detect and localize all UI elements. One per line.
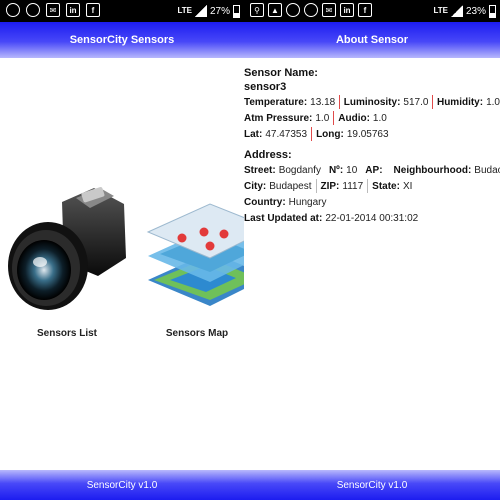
atm-pressure-label: Atm Pressure: (244, 112, 313, 124)
address-row-1: Street: Bogdanfy Nº: 10 AP: Neighbourhoo… (244, 162, 500, 178)
long-value: 19.05763 (346, 128, 389, 140)
signal-icon (194, 5, 207, 17)
atm-pressure-value: 1.0 (315, 112, 330, 124)
city-label: City: (244, 180, 267, 192)
chat-icon (286, 3, 300, 17)
street-value: Bogdanfy (278, 164, 321, 176)
facebook-icon: f (358, 3, 372, 17)
temperature-label: Temperature: (244, 96, 308, 108)
sensors-map-label: Sensors Map (165, 328, 229, 339)
usb-icon: ⚲ (250, 3, 264, 17)
state-label: State: (372, 180, 400, 192)
updated-row: Last Updated at: 22-01-2014 00:31:02 (244, 210, 500, 226)
number-label: Nº: (328, 164, 344, 176)
sensor-name-label: Sensor Name: (244, 67, 318, 79)
audio-label: Audio: (338, 112, 370, 124)
mail-icon: ✉ (322, 3, 336, 17)
sensorcity-main-screen: ✉ in f LTE 27% SensorCity Sensors Sensor… (0, 0, 244, 500)
divider (367, 179, 369, 193)
divider (311, 127, 313, 141)
city-value: Budapest (269, 180, 312, 192)
measurements-row-2: Atm Pressure: 1.0 Audio: 1.0 (244, 110, 500, 126)
humidity-value: 1.0 (486, 96, 500, 108)
coordinates-row: Lat: 47.47353 Long: 19.05763 (244, 126, 500, 142)
temperature-value: 13.18 (310, 96, 336, 108)
country-label: Country: (244, 196, 286, 208)
app-footer: SensorCity v1.0 (0, 470, 244, 500)
lat-label: Lat: (244, 128, 263, 140)
app-footer: SensorCity v1.0 (244, 470, 500, 500)
street-label: Street: (244, 164, 276, 176)
app-title-bar: SensorCity Sensors (0, 22, 244, 58)
divider (339, 95, 340, 109)
sensors-map-button[interactable]: Sensors Map (140, 180, 244, 350)
version-label: SensorCity v1.0 (336, 479, 408, 491)
long-label: Long: (316, 128, 344, 140)
measurements-row-1: Temperature: 13.18 Luminosity: 517.0 Hum… (244, 94, 500, 110)
last-updated-value: 22-01-2014 00:31:02 (325, 212, 419, 224)
status-bar: ✉ in f LTE 27% (0, 0, 244, 22)
divider (333, 111, 335, 125)
linkedin-icon: in (340, 3, 354, 17)
audio-value: 1.0 (372, 112, 387, 124)
linkedin-icon: in (66, 3, 80, 17)
facebook-icon: f (86, 3, 100, 17)
app-title: SensorCity Sensors (69, 34, 175, 46)
ap-label: AP: (365, 164, 383, 176)
address-heading: Address: (244, 149, 292, 161)
country-value: Hungary (288, 196, 327, 208)
humidity-label: Humidity: (436, 96, 484, 108)
state-value: XI (402, 180, 413, 192)
battery-icon (233, 4, 240, 18)
status-bar: ⚲ ▲ ✉ in f LTE 23% (244, 0, 500, 22)
sensors-list-label: Sensors List (36, 328, 98, 339)
camera-icon (8, 187, 126, 310)
chat-icon (6, 3, 20, 17)
lat-value: 47.47353 (265, 128, 308, 140)
version-label: SensorCity v1.0 (86, 479, 158, 491)
luminosity-label: Luminosity: (343, 96, 401, 108)
divider (315, 179, 317, 193)
address-row-2: City: Budapest ZIP: 1117 State: XI (244, 178, 500, 194)
battery-icon (489, 4, 496, 18)
zip-value: 1117 (342, 180, 364, 192)
signal-icon (450, 5, 463, 17)
whatsapp-icon (304, 3, 318, 17)
zip-label: ZIP: (320, 180, 340, 192)
last-updated-label: Last Updated at: (244, 212, 323, 224)
battery-percent: 27% (209, 5, 230, 17)
map-layers-icon (146, 203, 244, 306)
sensor-details: Sensor Name: sensor3 Temperature: 13.18 … (244, 66, 500, 226)
neighbourhood-label: Neighbourhood: (393, 164, 472, 176)
image-icon: ▲ (268, 3, 282, 17)
screen-title: About Sensor (335, 34, 409, 46)
country-row: Country: Hungary (244, 194, 500, 210)
about-sensor-screen: ⚲ ▲ ✉ in f LTE 23% About Sensor Sensor N… (244, 0, 500, 500)
whatsapp-icon (26, 3, 40, 17)
sensor-name-value: sensor3 (244, 81, 287, 93)
neighbourhood-value: Budaoes (474, 164, 500, 176)
screen-title-bar: About Sensor (244, 22, 500, 58)
sensors-list-button[interactable]: Sensors List (2, 180, 132, 350)
number-value: 10 (346, 164, 358, 176)
luminosity-value: 517.0 (403, 96, 429, 108)
lte-indicator: LTE (177, 6, 192, 15)
lte-indicator: LTE (433, 6, 448, 15)
battery-percent: 23% (465, 5, 486, 17)
divider (432, 95, 433, 109)
mail-icon: ✉ (46, 3, 60, 17)
